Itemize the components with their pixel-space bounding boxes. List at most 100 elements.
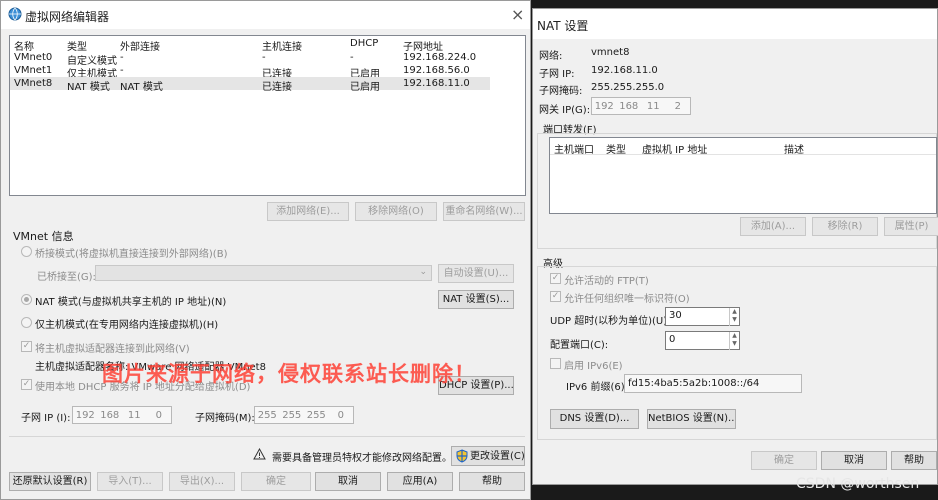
nat-mode-label: NAT 模式(与虚拟机共享主机的 IP 地址)(N) [35, 297, 227, 308]
table-cell: VMnet1 [14, 65, 53, 76]
network-table: 名称 类型 外部连接 主机连接 DHCP 子网地址 VMnet0 自定义模式 -… [9, 35, 526, 196]
table-cell: - [120, 52, 124, 63]
table-cell: 已连接 [262, 82, 292, 93]
subnet-ip-label: 子网 IP (I): [21, 413, 71, 424]
admin-notice: 需要具备管理员特权才能修改网络配置。 [272, 453, 452, 464]
help-button[interactable]: 帮助 [459, 472, 525, 491]
spinner-arrows-icon[interactable]: ▲ ▼ [729, 308, 739, 326]
chevron-down-icon: ⌄ [419, 267, 427, 277]
subnet-mask-value: 255.255.255.0 [591, 82, 665, 93]
restore-defaults-button[interactable]: 还原默认设置(R) [9, 472, 91, 491]
vmnet-info-label: VMnet 信息 [13, 230, 74, 243]
ip-octet: 192 [594, 100, 614, 112]
udp-timeout-input[interactable]: 30 ▲ ▼ [665, 307, 740, 326]
subnet-ip-field[interactable]: 192 168 11 0 [72, 406, 172, 424]
network-label: 网络: [539, 51, 563, 62]
apply-button[interactable]: 应用(A) [387, 472, 453, 491]
uac-shield-icon [456, 449, 468, 463]
cancel-button[interactable]: 取消 [315, 472, 381, 491]
config-port-label: 配置端口(C): [550, 340, 609, 351]
ip-octet: 2 [674, 100, 681, 112]
netbios-settings-button[interactable]: NetBIOS 设置(N)... [647, 409, 736, 429]
watermark-text: 图片来源于网络，侵权联系站长删除！ [102, 362, 476, 386]
nat-settings-button[interactable]: NAT 设置(S)... [438, 290, 514, 309]
udp-timeout-label: UDP 超时(以秒为单位)(U): [550, 316, 671, 327]
window-title: NAT 设置 [537, 19, 589, 33]
table-row[interactable]: VMnet0 自定义模式 - - - 192.168.224.0 [10, 51, 490, 67]
bridged-mode-label: 桥接模式(将虚拟机直接连接到外部网络)(B) [35, 249, 228, 260]
table-cell: - [350, 52, 354, 63]
change-settings-label: 更改设置(C) [470, 451, 525, 462]
header-divider [550, 154, 936, 155]
allow-ftp-label: 允许活动的 FTP(T) [564, 276, 649, 287]
bridged-to-select[interactable]: ⌄ [95, 265, 432, 281]
config-port-input[interactable]: 0 ▲ ▼ [665, 331, 740, 350]
table-row[interactable]: VMnet1 仅主机模式 - 已连接 已启用 192.168.56.0 [10, 64, 490, 80]
table-cell: 192.168.11.0 [403, 78, 470, 89]
table-cell: NAT 模式 [120, 82, 163, 93]
change-settings-button[interactable]: 更改设置(C) [451, 446, 525, 466]
ip-octet: 255 [306, 409, 326, 421]
title-bar: NAT 设置 [533, 9, 937, 39]
column-header[interactable]: DHCP [350, 38, 378, 49]
enable-ipv6-checkbox[interactable] [550, 358, 561, 369]
remove-port-button[interactable]: 移除(R) [812, 217, 878, 236]
table-cell: 192.168.56.0 [403, 65, 470, 76]
port-forwarding-table[interactable]: 主机端口 类型 虚拟机 IP 地址 描述 [549, 137, 937, 214]
port-properties-button[interactable]: 属性(P) [884, 217, 938, 236]
ip-octet: 168 [100, 409, 120, 421]
table-cell: VMnet0 [14, 52, 53, 63]
remove-network-button[interactable]: 移除网络(O) [355, 202, 437, 221]
ipv6-prefix-input[interactable]: fd15:4ba5:5a2b:1008::/64 [624, 374, 802, 393]
enable-ipv6-label: 启用 IPv6(E) [564, 361, 623, 372]
bridged-to-label: 已桥接至(G): [37, 272, 96, 283]
table-cell: 192.168.224.0 [403, 52, 477, 63]
allow-ftp-checkbox[interactable]: ✓ [550, 273, 561, 284]
connect-adapter-checkbox[interactable]: ✓ [21, 341, 32, 352]
import-button[interactable]: 导入(T)... [97, 472, 163, 491]
rename-network-button[interactable]: 重命名网络(W)... [443, 202, 525, 221]
subnet-ip-label: 子网 IP: [539, 69, 575, 80]
add-network-button[interactable]: 添加网络(E)... [267, 202, 349, 221]
table-cell: VMnet8 [14, 78, 53, 89]
ip-octet: 0 [155, 409, 162, 421]
spinner-arrows-icon[interactable]: ▲ ▼ [729, 332, 739, 350]
allow-oui-label: 允许任何组织唯一标识符(O) [564, 294, 690, 305]
config-port-value: 0 [669, 334, 676, 345]
subnet-mask-label: 子网掩码: [539, 86, 583, 97]
ok-button[interactable]: 确定 [751, 451, 817, 470]
subnet-mask-field[interactable]: 255 255 255 0 [254, 406, 354, 424]
help-button[interactable]: 帮助 [891, 451, 937, 470]
table-row-selected[interactable]: VMnet8 NAT 模式 NAT 模式 已连接 已启用 192.168.11.… [10, 77, 490, 93]
gateway-ip-field[interactable]: 192 168 11 2 [591, 97, 691, 115]
table-cell: NAT 模式 [67, 82, 110, 93]
ip-octet: 255 [257, 409, 277, 421]
cancel-button[interactable]: 取消 [821, 451, 887, 470]
host-only-radio[interactable] [21, 317, 32, 328]
add-port-button[interactable]: 添加(A)... [740, 217, 806, 236]
allow-oui-checkbox[interactable]: ✓ [550, 291, 561, 302]
divider [9, 436, 525, 437]
ipv6-prefix-label: IPv6 前缀(6): [566, 382, 628, 393]
connect-adapter-label: 将主机虚拟适配器连接到此网络(V) [35, 344, 190, 355]
dns-settings-button[interactable]: DNS 设置(D)... [550, 409, 639, 429]
warning-icon [253, 448, 266, 460]
export-button[interactable]: 导出(X)... [169, 472, 235, 491]
subnet-ip-value: 192.168.11.0 [591, 65, 658, 76]
udp-timeout-value: 30 [669, 310, 682, 321]
globe-icon [8, 7, 22, 21]
bridged-mode-radio[interactable] [21, 246, 32, 257]
auto-settings-button[interactable]: 自动设置(U)... [438, 264, 514, 283]
dhcp-checkbox[interactable]: ✓ [21, 379, 32, 390]
nat-mode-radio[interactable] [21, 294, 32, 305]
ip-octet: 168 [619, 100, 639, 112]
window-title: 虚拟网络编辑器 [25, 10, 110, 24]
csdn-credit: CSDN @worthsen [796, 476, 920, 492]
ok-button[interactable]: 确定 [241, 472, 311, 491]
close-icon[interactable]: × [511, 5, 524, 24]
gateway-label: 网关 IP(G): [539, 105, 591, 116]
table-header: 名称 类型 外部连接 主机连接 DHCP 子网地址 [10, 36, 525, 53]
title-bar: 虚拟网络编辑器 × [1, 1, 530, 29]
ip-octet: 11 [127, 409, 141, 421]
table-cell: 已启用 [350, 82, 380, 93]
